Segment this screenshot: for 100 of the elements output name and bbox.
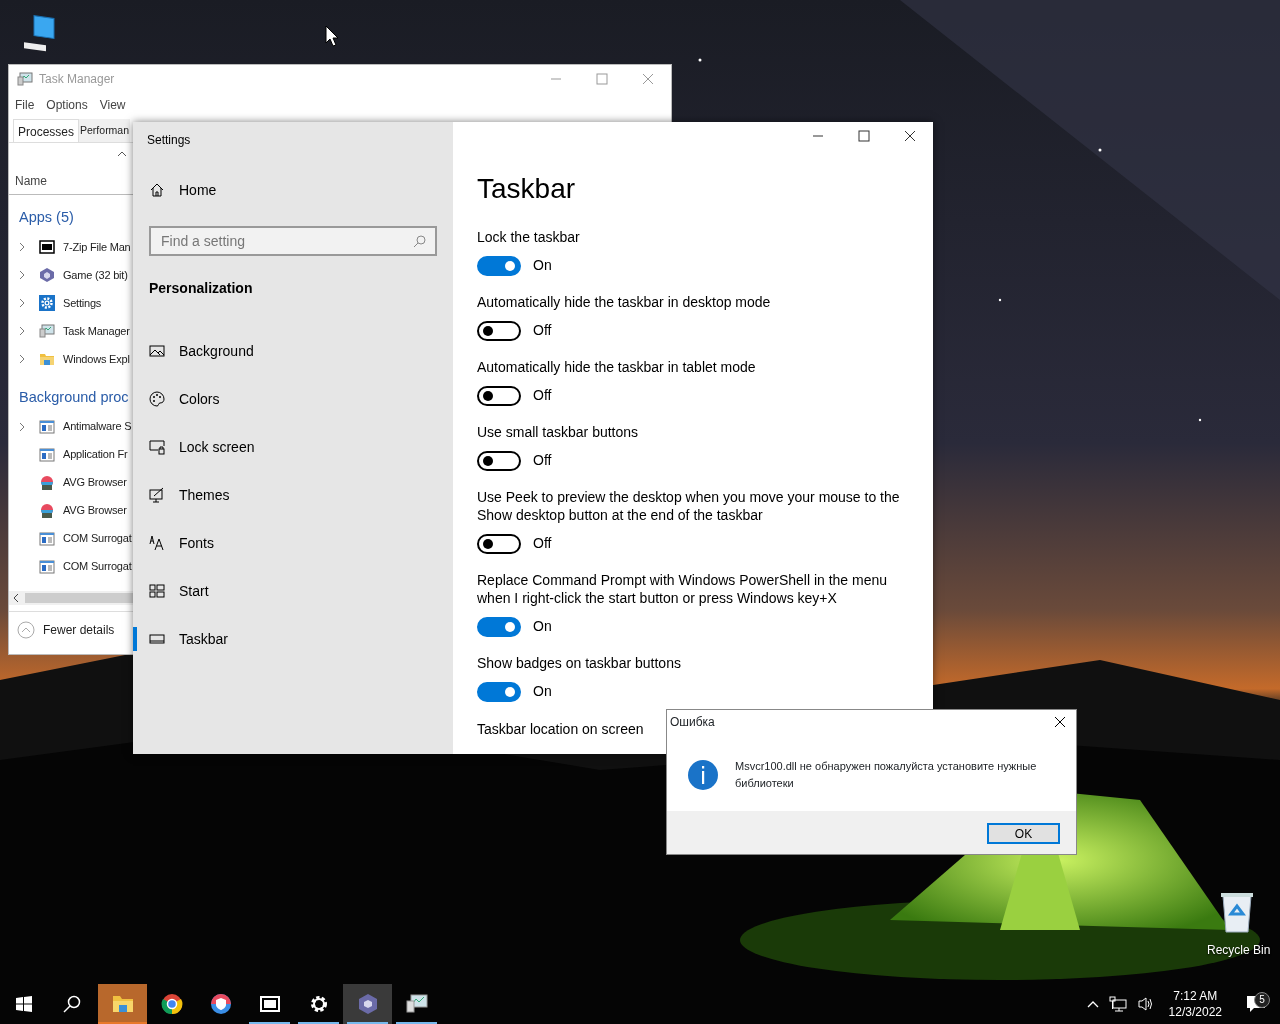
close-icon[interactable] <box>1054 716 1066 728</box>
ok-button[interactable]: OK <box>987 823 1060 844</box>
search-icon <box>413 234 427 248</box>
notification-button[interactable]: 5 <box>1236 995 1276 1013</box>
process-name[interactable]: Task Manager <box>63 322 130 339</box>
expand-chevron-icon[interactable] <box>17 421 27 432</box>
lock-screen-icon <box>149 439 165 455</box>
tab[interactable]: Processes <box>13 119 80 142</box>
expand-chevron-icon[interactable] <box>17 269 27 280</box>
cursor-icon <box>325 25 339 47</box>
process-name[interactable]: Antimalware S <box>63 418 132 435</box>
ball-icon <box>39 474 55 491</box>
network-icon[interactable] <box>1108 996 1127 1012</box>
nav-item[interactable]: Background <box>133 327 453 375</box>
monitor-icon <box>17 71 33 87</box>
nav-item[interactable]: Colors <box>133 375 453 423</box>
setting-label: Automatically hide the taskbar in desktop mode <box>477 292 772 311</box>
tab[interactable]: Performan <box>79 119 131 142</box>
shield-icon <box>209 993 232 1015</box>
toggle-state: Off <box>533 321 552 341</box>
nav-item[interactable]: Themes <box>133 471 453 519</box>
process-name[interactable]: 7-Zip File Man <box>63 238 131 255</box>
expand-chevron-icon[interactable] <box>17 297 27 308</box>
ring-icon <box>160 993 183 1015</box>
nav-item[interactable]: Taskbar <box>133 615 453 663</box>
cube-icon <box>39 266 55 283</box>
folder-icon <box>111 993 134 1015</box>
expand-chevron-icon[interactable] <box>17 241 27 252</box>
process-name[interactable]: Windows Expl <box>63 350 130 367</box>
group-heading: Apps (5) <box>19 208 74 227</box>
horizontal-scrollbar[interactable] <box>9 591 133 605</box>
toggle-state: On <box>533 256 552 276</box>
section-heading: Personalization <box>148 279 254 298</box>
toggle-switch[interactable] <box>477 533 521 554</box>
fonts-icon <box>149 535 165 551</box>
toggle-switch[interactable] <box>477 450 521 471</box>
service-icon <box>39 446 55 463</box>
archive-icon <box>258 993 281 1015</box>
fewer-details-link[interactable]: Fewer details <box>43 621 115 639</box>
process-name[interactable]: Application Fr <box>63 446 128 463</box>
toggle-switch[interactable] <box>477 616 521 637</box>
setting-label: Automatically hide the taskbar in tablet mode <box>477 357 757 376</box>
toggle-state: Off <box>533 534 552 554</box>
setting-label: Use small taskbar buttons <box>477 422 640 441</box>
window-title: Task Manager <box>39 71 115 88</box>
picture-icon <box>149 343 165 359</box>
clock[interactable]: 7:12 AM 12/3/2022 <box>1164 987 1226 1021</box>
search-field[interactable]: Find a setting <box>149 226 437 256</box>
computer-icon[interactable] <box>22 12 58 52</box>
archive-icon <box>39 238 55 255</box>
close-icon[interactable] <box>903 130 917 142</box>
window-title: Settings <box>146 132 192 149</box>
nav-item[interactable]: Fonts <box>133 519 453 567</box>
process-name[interactable]: AVG Browser <box>63 502 127 519</box>
nav-item[interactable]: Home <box>179 179 217 201</box>
maximize-icon[interactable] <box>857 130 871 142</box>
toggle-switch[interactable] <box>477 320 521 341</box>
setting-label: Show badges on taskbar buttons <box>477 653 682 672</box>
menu-item[interactable]: Options <box>46 96 88 114</box>
taskbar-icon <box>149 631 165 647</box>
volume-icon[interactable] <box>1136 996 1155 1012</box>
process-name[interactable]: Game (32 bit) <box>63 266 128 283</box>
ball-icon <box>39 502 55 519</box>
expand-chevron-icon[interactable] <box>17 353 27 364</box>
process-name[interactable]: COM Surrogat <box>63 530 132 547</box>
process-name[interactable]: Settings <box>63 294 102 311</box>
sort-caret-icon <box>117 151 127 157</box>
dialog-title: Ошибка <box>670 714 715 731</box>
group-heading: Background proc <box>19 387 129 407</box>
cube-icon <box>356 993 379 1015</box>
page-heading: Taskbar <box>477 172 577 206</box>
toggle-state: On <box>533 682 552 702</box>
column-header[interactable]: Name <box>15 174 47 188</box>
toggle-state: Off <box>533 451 552 471</box>
process-name[interactable]: AVG Browser <box>63 474 127 491</box>
menu-item[interactable]: View <box>99 96 126 114</box>
palette-icon <box>149 391 165 407</box>
menu-item[interactable]: File <box>15 96 35 114</box>
toggle-switch[interactable] <box>477 681 521 702</box>
monitor-icon <box>405 993 428 1015</box>
chevron-up-icon[interactable] <box>1086 1000 1099 1008</box>
windows-logo-icon <box>16 996 32 1012</box>
expand-chevron-icon[interactable] <box>17 325 27 336</box>
icon-label: Recycle Bin <box>1207 942 1271 959</box>
search-icon <box>63 995 81 1013</box>
nav-item[interactable]: Lock screen <box>133 423 453 471</box>
home-icon <box>149 182 165 198</box>
service-icon <box>39 418 55 435</box>
toggle-switch[interactable] <box>477 255 521 276</box>
taskbar-app-button[interactable] <box>343 984 392 1024</box>
process-name[interactable]: COM Surrogat <box>63 558 132 575</box>
toggle-switch[interactable] <box>477 385 521 406</box>
setting-label: Use Peek to preview the desktop when you move your mouse to the Show desktop button at the end of the taskbar <box>477 487 901 524</box>
placeholder: Find a setting <box>161 231 246 251</box>
toggle-state: Off <box>533 386 552 406</box>
nav-item[interactable]: Start <box>133 567 453 615</box>
brush-monitor-icon <box>149 487 165 503</box>
notification-count-badge: 5 <box>1254 992 1270 1008</box>
setting-label: Taskbar location on screen <box>477 719 644 738</box>
service-icon <box>39 530 55 547</box>
